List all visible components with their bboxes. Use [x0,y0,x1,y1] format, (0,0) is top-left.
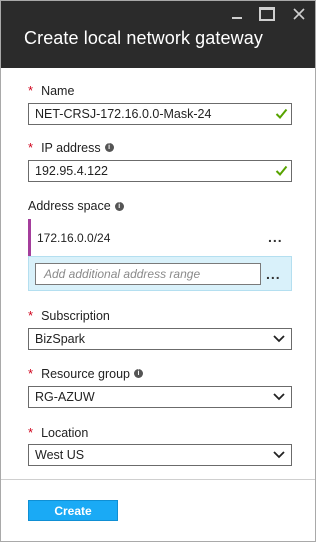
required-marker: * [28,140,34,155]
resource-group-dropdown[interactable]: RG-AZUW [28,386,292,408]
required-marker: * [28,308,34,323]
info-icon[interactable]: i [114,201,124,211]
create-button[interactable]: Create [28,500,118,521]
subscription-dropdown[interactable]: BizSpark [28,328,292,350]
add-address-range-row: Add additional address range ... [28,256,292,291]
name-input-value: NET-CRSJ-172.16.0.0-Mask-24 [35,107,212,121]
subscription-label: * Subscription [28,308,110,323]
create-local-network-gateway-blade: Create local network gateway * Name NET-… [0,0,316,542]
name-input[interactable]: NET-CRSJ-172.16.0.0-Mask-24 [28,103,292,125]
address-space-label-text: Address space [28,199,111,213]
footer-divider [1,479,315,480]
location-label-text: Location [41,425,89,440]
ip-address-label: * IP address i [28,140,114,155]
more-options-icon[interactable]: ... [268,229,283,245]
resource-group-label: * Resource group i [28,366,144,381]
blade-title: Create local network gateway [24,28,263,48]
address-range-row[interactable]: 172.16.0.0/24 ... [28,219,292,256]
ip-address-label-text: IP address [41,140,101,155]
chevron-down-icon [273,451,285,459]
blade-header: Create local network gateway [1,1,315,68]
ip-address-input[interactable]: 192.95.4.122 [28,160,292,182]
close-icon[interactable] [289,6,309,22]
info-icon[interactable]: i [104,143,114,152]
add-address-range-input[interactable]: Add additional address range [35,263,261,285]
chevron-down-icon [273,393,285,401]
info-icon[interactable]: i [134,369,144,378]
chevron-down-icon [273,335,285,343]
check-icon [275,108,288,119]
subscription-value: BizSpark [35,332,86,346]
location-dropdown[interactable]: West US [28,444,292,466]
required-marker: * [28,83,34,98]
name-label-text: Name [41,83,75,98]
location-label: * Location [28,425,88,440]
minimize-icon[interactable] [227,6,247,22]
resource-group-value: RG-AZUW [35,390,95,404]
subscription-label-text: Subscription [41,308,110,323]
check-icon [275,165,288,176]
address-range-value: 172.16.0.0/24 [37,231,111,245]
maximize-icon[interactable] [257,6,277,22]
required-marker: * [28,425,34,440]
address-space-label: Address space i [28,199,124,213]
location-value: West US [35,448,85,462]
resource-group-label-text: Resource group [41,366,131,381]
required-marker: * [28,366,34,381]
more-options-icon[interactable]: ... [266,266,281,282]
name-label: * Name [28,83,74,98]
ip-address-input-value: 192.95.4.122 [35,164,108,178]
